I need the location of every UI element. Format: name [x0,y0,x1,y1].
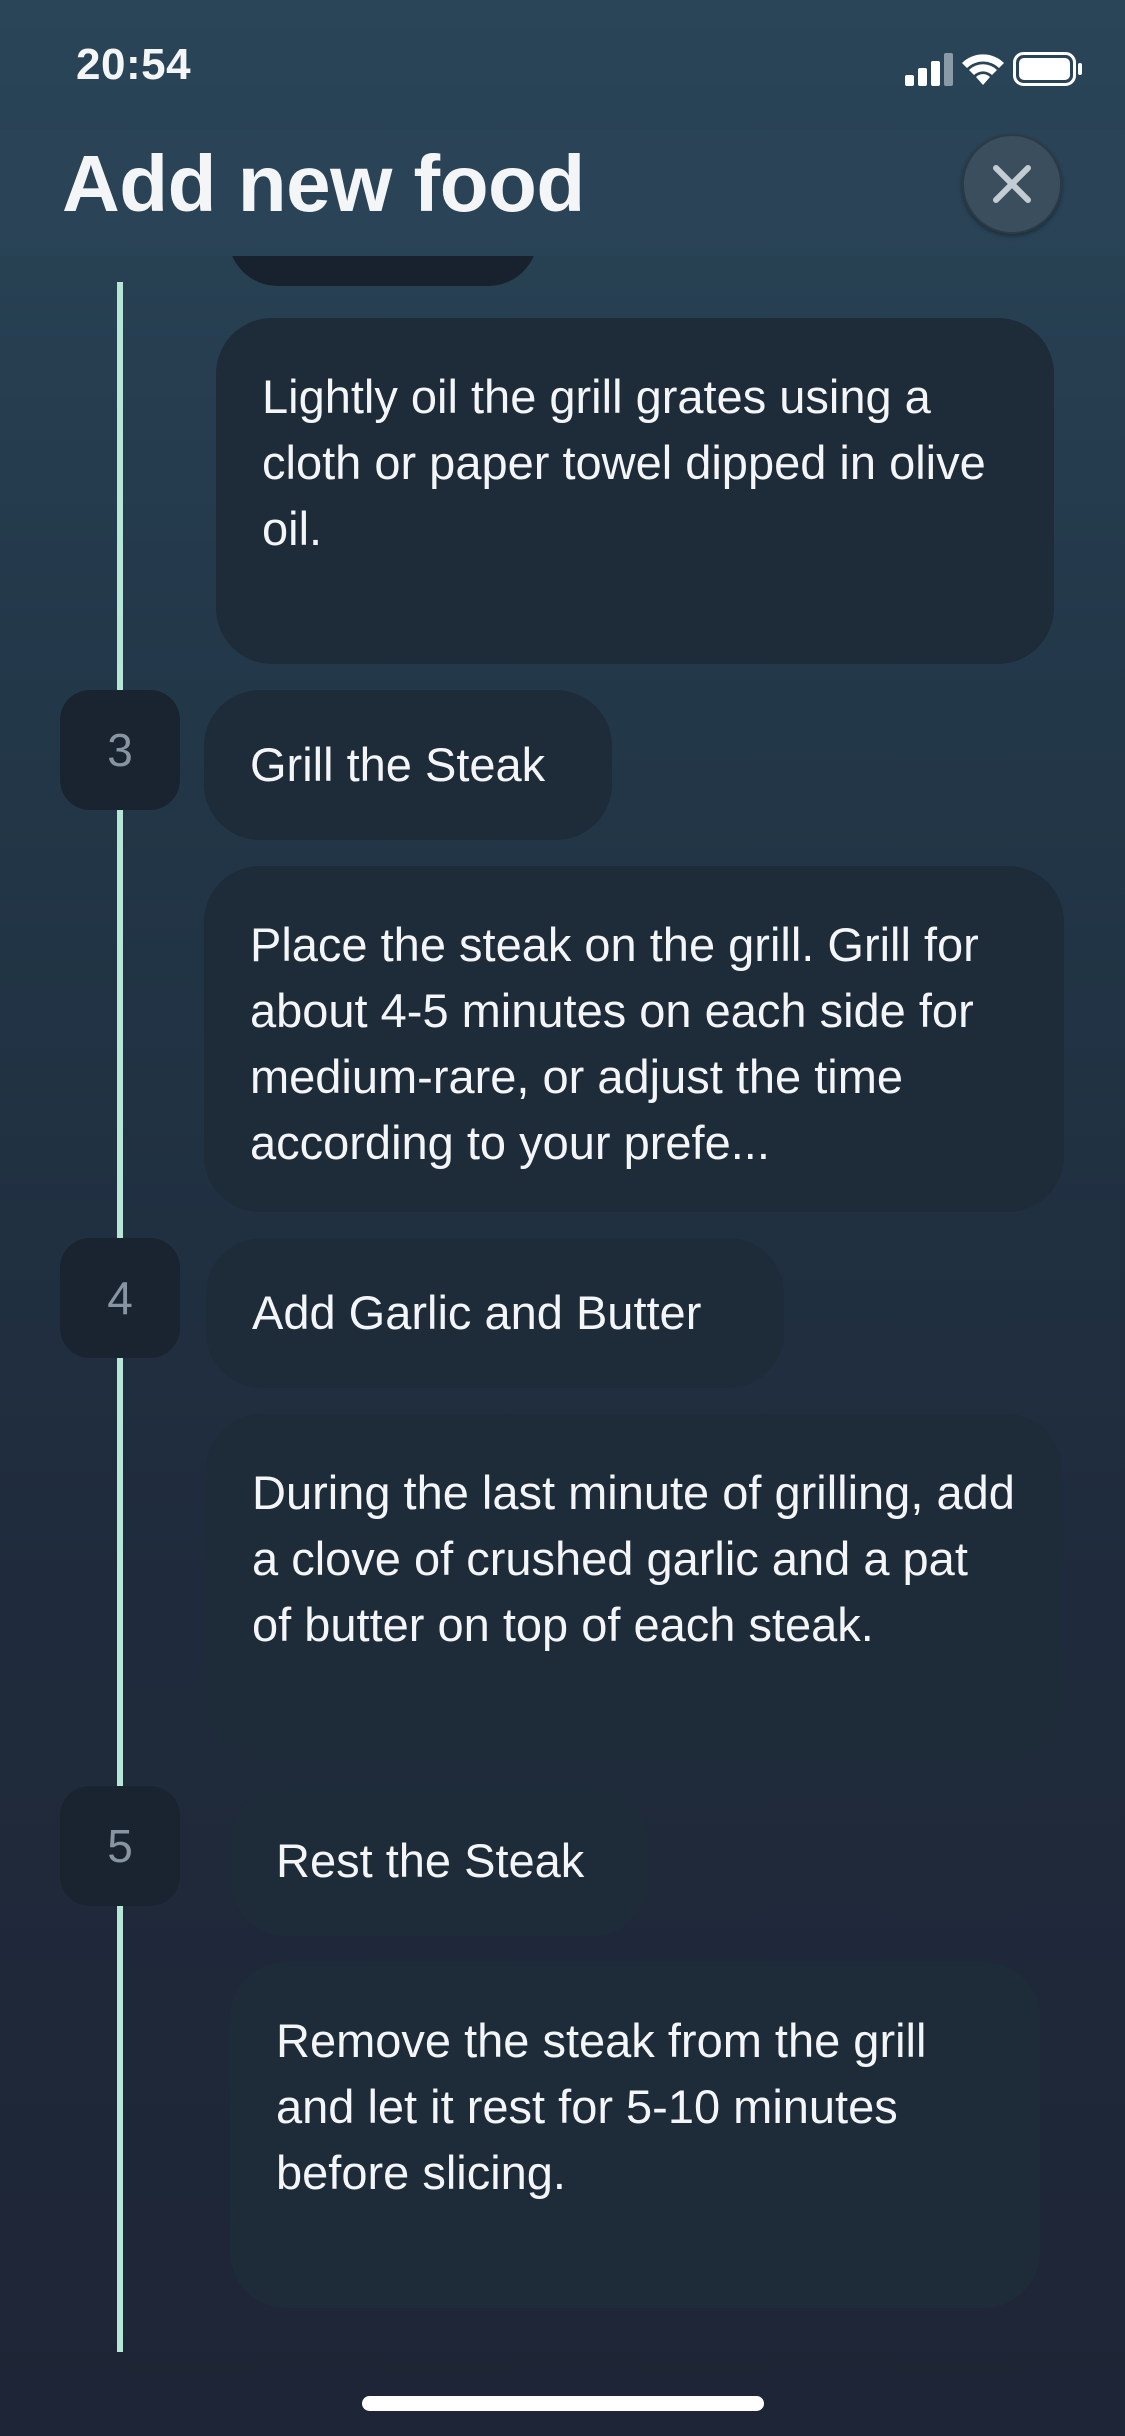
signal-icon [905,53,953,86]
step-description[interactable]: Lightly oil the grill grates using a clo… [216,318,1054,664]
page-title: Add new food [62,139,585,228]
step-number-badge: 5 [60,1786,180,1906]
header: Add new food [0,130,1125,256]
step-title[interactable]: Add Garlic and Butter [206,1238,784,1388]
step-number-badge: 3 [60,690,180,810]
status-bar: 20:54 [0,0,1125,130]
status-icons [853,48,1083,92]
step-title[interactable]: Grill the Steak [204,690,612,840]
step-title[interactable]: Rest the Steak [230,1786,648,1936]
step-number-badge: 4 [60,1238,180,1358]
battery-icon [1013,52,1082,86]
steps-list[interactable]: Lightly oil the grill grates using a clo… [0,256,1125,2366]
home-indicator[interactable] [362,2396,764,2411]
close-button[interactable] [962,134,1062,234]
step-description[interactable]: Place the steak on the grill. Grill for … [204,866,1064,1212]
wifi-icon [962,54,1004,85]
close-icon [993,165,1031,203]
step-title-partial [228,256,538,286]
status-time: 20:54 [76,40,192,89]
step-description[interactable]: During the last minute of grilling, add … [206,1414,1062,1760]
step-description[interactable]: Remove the steak from the grill and let … [230,1962,1040,2308]
